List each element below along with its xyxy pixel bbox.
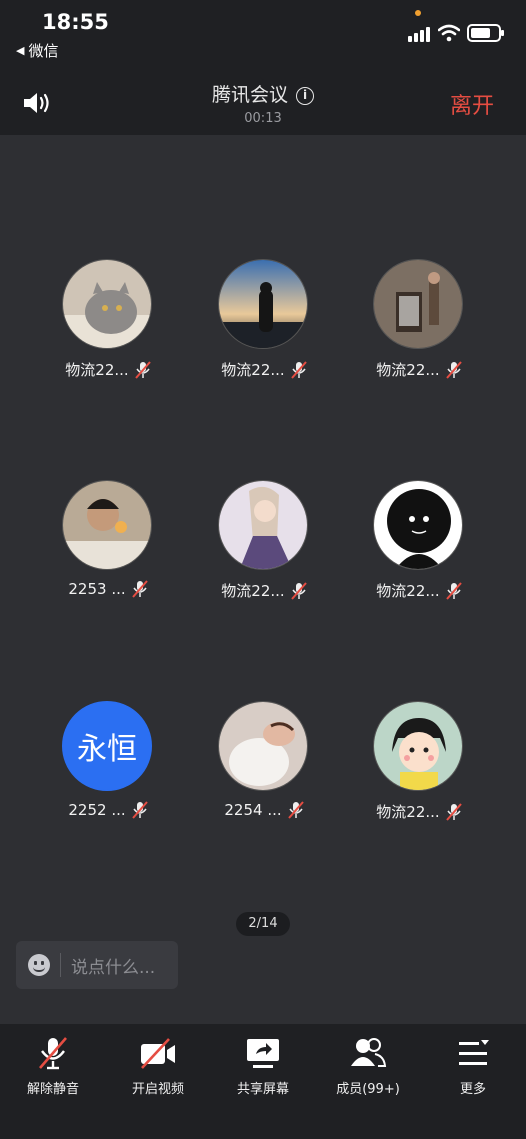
mic-muted-icon (445, 360, 462, 379)
back-app-label: 微信 (28, 42, 59, 60)
bottom-toolbar: 解除静音 开启视频 共享屏幕 成员(99+) 更多 (0, 1024, 526, 1139)
meeting-title-text: 腾讯会议 (211, 84, 288, 106)
privacy-indicator-dot (415, 10, 421, 16)
toolbar-label: 成员(99+) (336, 1082, 400, 1097)
avatar: 永恒 (62, 701, 152, 791)
signal-icon (408, 26, 432, 42)
participant-name: 物流22... (376, 361, 440, 379)
chat-input[interactable]: 说点什么... (16, 941, 178, 989)
mic-muted-icon (287, 801, 304, 819)
participant-name: 物流22... (221, 582, 285, 600)
more-button[interactable]: 更多 (423, 1036, 523, 1097)
participant-tile[interactable]: 2253 ... (28, 480, 188, 620)
mic-muted-icon (131, 580, 148, 598)
participant-tile[interactable]: 2254 ... (184, 701, 344, 841)
mic-muted-icon (134, 360, 151, 379)
mic-muted-icon (445, 581, 462, 600)
mic-muted-icon (290, 360, 307, 379)
mic-off-icon (39, 1037, 67, 1070)
share-screen-button[interactable]: 共享屏幕 (213, 1036, 313, 1097)
back-triangle-icon: ◀ (16, 44, 25, 57)
avatar (218, 480, 308, 570)
info-icon[interactable]: i (296, 87, 314, 105)
back-to-app-link[interactable]: ◀ 微信 (16, 40, 58, 61)
unmute-button[interactable]: 解除静音 (3, 1036, 103, 1097)
participant-tile[interactable]: 物流22... (339, 259, 499, 399)
participant-name: 2253 ... (68, 580, 126, 598)
top-bar: 18:55 ◀ 微信 腾讯会议 i 00:13 离开 (0, 0, 526, 135)
participant-name: 物流22... (65, 361, 129, 379)
mic-muted-icon (290, 581, 307, 600)
divider (60, 953, 61, 977)
participant-tile[interactable]: 物流22... (339, 701, 499, 841)
toolbar-label: 解除静音 (26, 1082, 79, 1097)
participant-name: 物流22... (376, 803, 440, 821)
participant-tile[interactable]: 物流22... (28, 259, 188, 399)
emoji-icon[interactable] (28, 954, 50, 976)
video-off-icon (141, 1038, 175, 1069)
avatar (218, 259, 308, 349)
chat-placeholder: 说点什么... (71, 957, 156, 978)
more-menu-icon (459, 1040, 489, 1065)
meeting-title[interactable]: 腾讯会议 i (0, 80, 526, 107)
participant-tile[interactable]: 永恒 2252 ... (28, 701, 188, 841)
participant-name: 2252 ... (68, 801, 126, 819)
mic-muted-icon (131, 801, 148, 819)
participant-name: 物流22... (376, 582, 440, 600)
participant-tile[interactable]: 物流22... (184, 259, 344, 399)
wifi-icon (438, 24, 460, 42)
toolbar-label: 开启视频 (131, 1082, 184, 1097)
participant-tile[interactable]: 物流22... (184, 480, 344, 620)
participant-name: 物流22... (221, 361, 285, 379)
battery-icon (467, 24, 504, 42)
members-button[interactable]: 成员(99+) (318, 1036, 418, 1097)
participant-tile[interactable]: 物流22... (339, 480, 499, 620)
avatar (373, 259, 463, 349)
avatar (62, 480, 152, 570)
toolbar-label: 共享屏幕 (236, 1082, 289, 1097)
participant-name: 2254 ... (224, 801, 282, 819)
avatar (62, 259, 152, 349)
share-screen-icon (247, 1039, 279, 1068)
avatar (218, 701, 308, 791)
avatar (373, 701, 463, 791)
avatar-text: 永恒 (77, 732, 137, 767)
members-icon (351, 1038, 387, 1067)
status-time: 18:55 (42, 10, 109, 34)
leave-button[interactable]: 离开 (450, 88, 494, 120)
start-video-button[interactable]: 开启视频 (108, 1036, 208, 1097)
avatar (373, 480, 463, 570)
page-indicator: 2/14 (236, 912, 290, 936)
meeting-duration: 00:13 (244, 111, 282, 126)
toolbar-label: 更多 (459, 1082, 486, 1097)
mic-muted-icon (445, 802, 462, 821)
